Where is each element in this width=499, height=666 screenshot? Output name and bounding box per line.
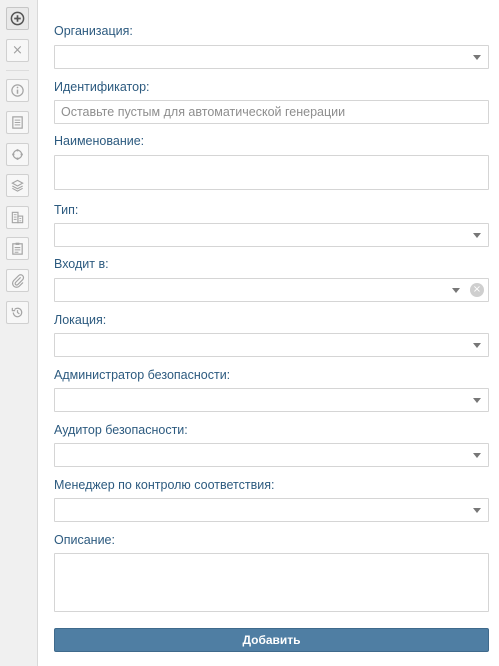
document-icon [10,115,25,130]
organization-label: Организация: [54,24,133,38]
name-label: Наименование: [54,134,145,148]
name-input[interactable] [54,155,489,190]
attachment-button[interactable] [6,269,29,292]
identifier-input[interactable] [61,101,482,123]
identifier-field-box [54,100,489,124]
security-auditor-label: Аудитор безопасности: [54,423,188,437]
description-textarea[interactable] [54,553,489,612]
security-admin-select[interactable] [54,388,489,412]
identifier-label: Идентификатор: [54,80,150,94]
security-auditor-select[interactable] [54,443,489,467]
layers-button[interactable] [6,174,29,197]
location-label: Локация: [54,313,107,327]
document-button[interactable] [6,111,29,134]
info-button[interactable] [6,79,29,102]
clear-icon[interactable]: × [470,283,484,297]
chevron-down-icon[interactable] [452,288,460,293]
chevron-down-icon[interactable] [473,55,481,60]
add-submit-button[interactable]: Добавить [54,628,489,652]
compliance-manager-label: Менеджер по контролю соответствия: [54,478,275,492]
info-icon [10,83,25,98]
sidebar-toolbar: × [0,0,38,666]
type-select[interactable] [54,223,489,247]
chevron-down-icon[interactable] [473,343,481,348]
create-form: Организация: Идентификатор: Наименование… [39,0,499,666]
chevron-down-icon[interactable] [473,453,481,458]
compliance-manager-select[interactable] [54,498,489,522]
history-button[interactable] [6,301,29,324]
history-icon [10,305,25,320]
building-icon [10,210,25,225]
security-admin-label: Администратор безопасности: [54,368,231,382]
organization-select[interactable] [54,45,489,69]
chevron-down-icon[interactable] [473,398,481,403]
clipboard-button[interactable] [6,237,29,260]
parent-label: Входит в: [54,257,109,271]
cycle-button[interactable] [6,143,29,166]
layers-icon [10,178,25,193]
paperclip-icon [10,273,25,288]
chevron-down-icon[interactable] [473,233,481,238]
close-button[interactable]: × [6,39,29,62]
clipboard-icon [10,241,25,256]
location-select[interactable] [54,333,489,357]
cycle-icon [10,147,25,162]
sidebar-divider [6,70,29,71]
add-circle-icon [10,11,25,26]
add-button[interactable] [6,7,29,30]
type-label: Тип: [54,203,79,217]
description-label: Описание: [54,533,115,547]
parent-select[interactable]: × [54,278,489,302]
close-icon: × [12,43,23,58]
building-button[interactable] [6,206,29,229]
chevron-down-icon[interactable] [473,508,481,513]
